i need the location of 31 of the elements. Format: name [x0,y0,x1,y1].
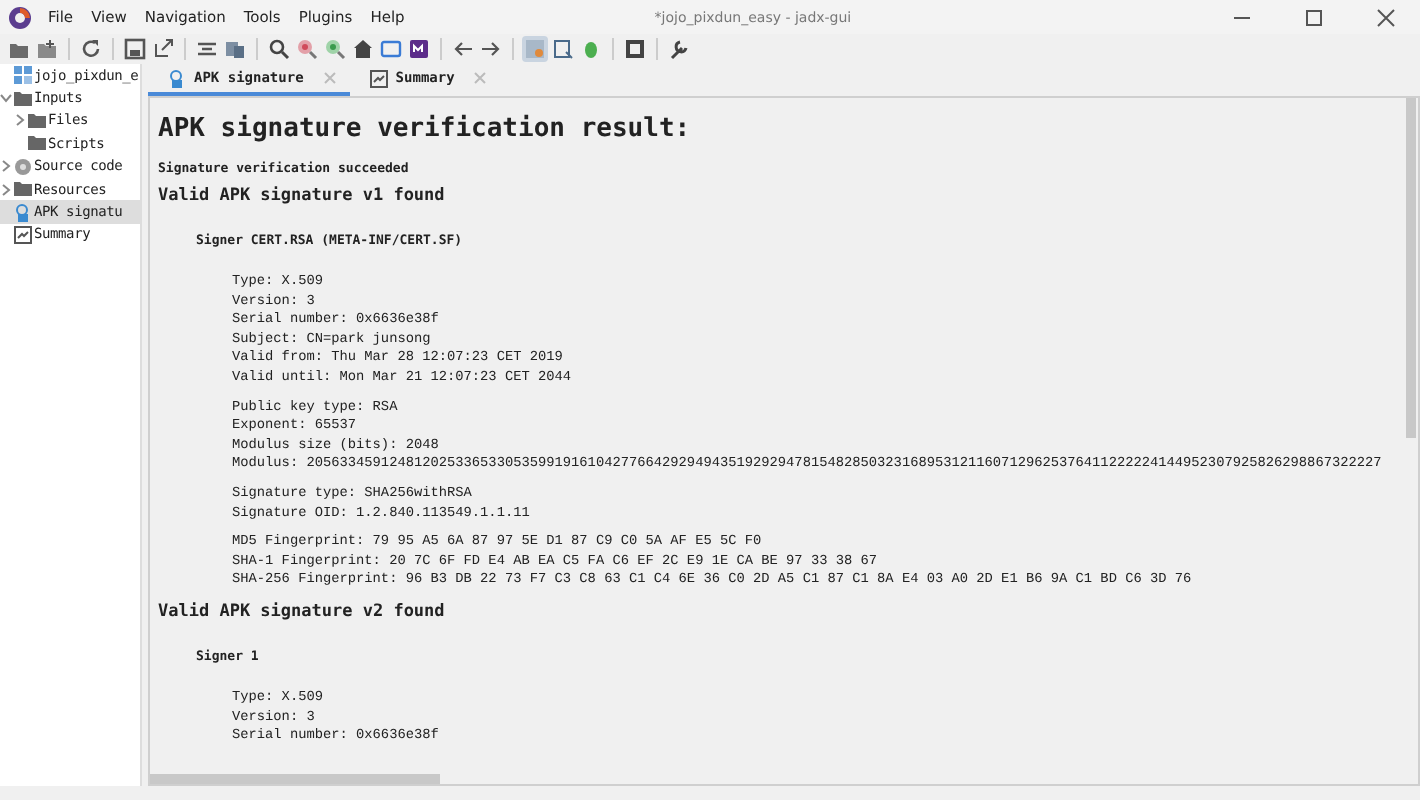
chevron-right-icon[interactable] [0,183,12,196]
maximize-icon[interactable] [1304,7,1324,27]
find-class-tool-icon[interactable] [294,36,320,62]
result-title: APK signature verification result: [158,114,693,144]
summary-icon [14,225,32,244]
reload-tool-icon[interactable] [78,36,104,62]
chevron-down-icon[interactable] [0,92,12,105]
signature-icon [14,203,32,222]
save-tool-icon[interactable] [122,36,148,62]
search-tool-icon[interactable] [266,36,292,62]
window-tool-icon[interactable] [378,36,404,62]
chevron-right-icon[interactable] [14,114,26,127]
folder-tool-icon[interactable] [222,36,248,62]
export-tool-icon[interactable] [150,36,176,62]
app-logo-icon [8,5,32,29]
summary-icon [369,69,388,87]
chevron-right-icon[interactable] [0,160,12,173]
wrench-tool-icon[interactable] [666,36,692,62]
signature-icon [168,69,186,87]
terminal-tool-icon[interactable] [406,36,432,62]
section-heading: Valid APK signature v1 found [158,186,447,206]
home-tool-icon[interactable] [350,36,376,62]
close-icon[interactable] [1376,7,1396,27]
find-usage-tool-icon[interactable] [322,36,348,62]
project-icon [14,66,32,85]
vertical-scrollbar[interactable] [1406,98,1416,438]
preview-tool-icon[interactable] [550,36,576,62]
section-heading: Valid APK signature v2 found [158,601,447,622]
stop-tool-icon[interactable] [622,36,648,62]
add-tool-icon[interactable] [34,36,60,62]
folder-icon [14,180,32,199]
